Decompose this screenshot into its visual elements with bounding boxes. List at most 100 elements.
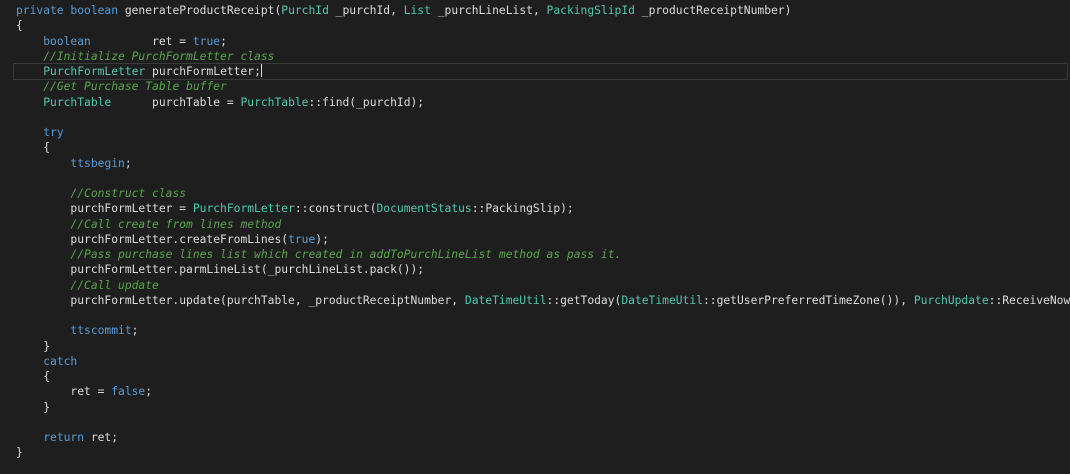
code-token: ;: [131, 324, 139, 338]
code-line[interactable]: }: [16, 339, 1070, 354]
code-token: );: [315, 232, 329, 246]
code-line[interactable]: [16, 171, 1070, 186]
keyword-token: return: [43, 431, 85, 444]
code-token: ;: [124, 156, 132, 170]
code-token: generateProductReceipt(: [118, 4, 282, 17]
comment-token: //Get Purchase Table buffer: [43, 80, 227, 94]
keyword-token: true: [288, 232, 316, 246]
code-token: ret =: [16, 385, 112, 399]
code-token: ::construct(: [294, 202, 377, 216]
type-token: PurchTable: [240, 95, 309, 109]
text-caret: [260, 64, 262, 77]
code-token: ::getUserPreferredTimeZone()),: [702, 293, 914, 307]
code-line[interactable]: }: [16, 400, 1070, 415]
code-line[interactable]: {: [16, 369, 1070, 384]
code-line[interactable]: PurchTable purchTable = PurchTable::find…: [16, 95, 1070, 110]
type-token: DateTimeUtil: [464, 293, 547, 307]
code-token: _purchId,: [328, 4, 404, 17]
comment-token: //Call create from lines method: [70, 217, 282, 231]
keyword-token: true: [192, 34, 221, 48]
code-line[interactable]: boolean ret = true;: [16, 34, 1070, 49]
code-line[interactable]: //Construct class: [16, 186, 1070, 201]
code-line[interactable]: [16, 308, 1070, 323]
code-token: purchFormLetter.createFromLines(: [16, 232, 289, 246]
code-line[interactable]: {: [16, 18, 1070, 33]
code-token: ret =: [90, 34, 193, 48]
comment-token: //Initialize PurchFormLetter class: [43, 49, 275, 63]
type-token: DocumentStatus: [376, 202, 472, 216]
type-token: PurchFormLetter: [192, 202, 295, 216]
code-area[interactable]: private boolean generateProductReceipt( P…: [13, 3, 1070, 461]
code-line[interactable]: ttscommit;: [16, 323, 1070, 338]
code-line[interactable]: [16, 110, 1070, 125]
code-token: ;: [145, 385, 153, 399]
comment-token: //Call update: [70, 278, 159, 292]
code-line[interactable]: purchFormLetter.update(purchTable, _prod…: [16, 293, 1070, 308]
code-token: {: [16, 370, 51, 383]
code-token: purchTable =: [111, 95, 241, 109]
type-token: DateTimeUtil: [621, 293, 703, 307]
code-token: purchFormLetter.parmLineList(_purchLineL…: [16, 263, 425, 277]
code-line[interactable]: //Call update: [16, 278, 1070, 293]
keyword-token: private boolean: [16, 4, 119, 17]
code-token: {: [16, 141, 51, 155]
code-line[interactable]: ttsbegin;: [16, 156, 1070, 171]
keyword-token: catch: [43, 354, 78, 368]
code-token: purchFormLetter.update(purchTable, _prod…: [16, 293, 465, 307]
code-line[interactable]: purchFormLetter = PurchFormLetter::const…: [16, 201, 1070, 216]
code-token: {: [16, 19, 23, 33]
keyword-token: ttscommit: [70, 324, 132, 338]
code-line[interactable]: //Get Purchase Table buffer: [16, 79, 1070, 94]
code-line[interactable]: }: [16, 445, 1070, 460]
code-line[interactable]: private boolean generateProductReceipt(P…: [16, 3, 1070, 18]
code-line[interactable]: purchFormLetter.parmLineList(_purchLineL…: [16, 262, 1070, 277]
type-token: List: [403, 4, 431, 17]
comment-token: //Pass purchase lines list which created…: [70, 248, 622, 261]
code-token: }: [16, 400, 51, 414]
code-line[interactable]: return ret;: [16, 430, 1070, 445]
type-token: PurchUpdate: [913, 293, 989, 307]
keyword-token: ttsbegin: [70, 156, 125, 170]
keyword-token: false: [111, 385, 146, 399]
code-editor[interactable]: private boolean generateProductReceipt( P…: [0, 0, 1070, 474]
code-token: ::getToday(: [546, 293, 622, 307]
keyword-token: boolean: [43, 34, 91, 48]
code-token: }: [16, 339, 51, 353]
code-line[interactable]: {: [16, 140, 1070, 155]
code-token: ::ReceiveNow);: [988, 293, 1070, 307]
code-token: ret;: [84, 431, 119, 444]
code-line[interactable]: [16, 415, 1070, 430]
type-token: PurchFormLetter: [43, 65, 146, 78]
keyword-token: try: [43, 126, 64, 139]
code-line[interactable]: //Pass purchase lines list which created…: [16, 247, 1070, 262]
code-token: purchFormLetter =: [16, 202, 193, 216]
code-token: }: [16, 446, 23, 460]
code-token: ::PackingSlip);: [471, 202, 574, 216]
code-line[interactable]: //Initialize PurchFormLetter class: [16, 49, 1070, 64]
type-token: PurchTable: [43, 95, 112, 109]
code-line[interactable]: try: [16, 125, 1070, 140]
code-token: purchFormLetter;: [145, 65, 261, 78]
code-line[interactable]: purchFormLetter.createFromLines(true);: [16, 232, 1070, 247]
code-line[interactable]: catch: [16, 354, 1070, 369]
code-line[interactable]: //Call create from lines method: [16, 217, 1070, 232]
code-token: ;: [220, 34, 227, 48]
code-token: _purchLineList,: [430, 4, 547, 17]
code-line[interactable]: PurchFormLetter purchFormLetter;: [13, 62, 1068, 81]
code-token: ::find(_purchId);: [308, 95, 425, 109]
code-line[interactable]: ret = false;: [16, 384, 1070, 399]
code-token: _productReceiptNumber): [634, 4, 792, 17]
